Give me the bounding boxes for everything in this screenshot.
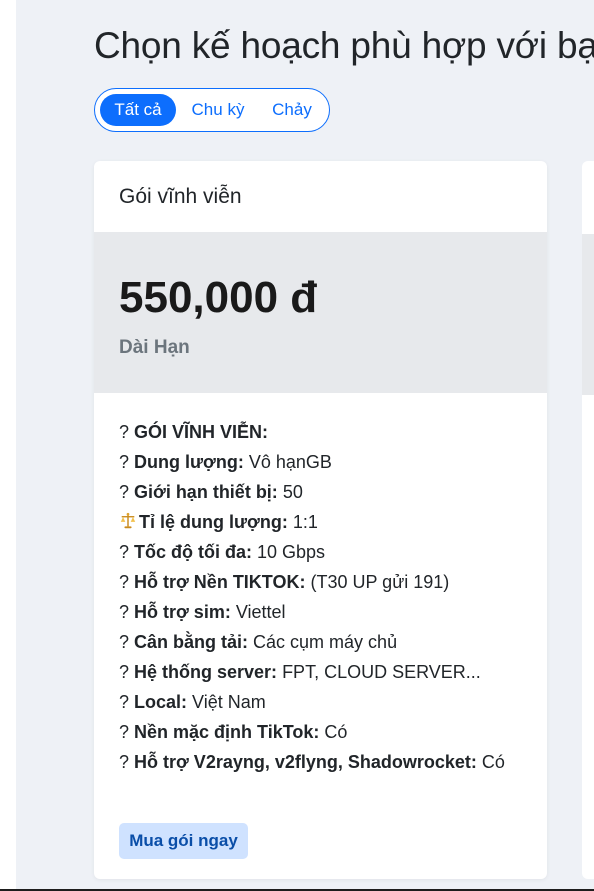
feature-item: ? GÓI VĨNH VIỄN:	[119, 422, 269, 442]
feature-item: ? Hỗ trợ Nền TIKTOK: (T30 UP gửi 191)	[119, 572, 450, 592]
filter-flow-button[interactable]: Chảy	[262, 94, 322, 126]
page-title: Chọn kế hoạch phù hợp với bạn	[94, 25, 594, 66]
feature-item: ? Cân bằng tải: Các cụm máy chủ	[119, 632, 398, 652]
feature-list: ? GÓI VĨNH VIỄN: ? Dung lượng: Vô hạnGB …	[119, 417, 529, 777]
plan-filter-group: Tất cả Chu kỳ Chảy	[94, 88, 330, 132]
feature-item: ? Giới hạn thiết bị: 50	[119, 482, 303, 502]
filter-all-button[interactable]: Tất cả	[100, 94, 176, 126]
feature-item: ? Nền mặc định TikTok: Có	[119, 722, 348, 742]
plan-price-note: Dài Hạn	[119, 337, 190, 358]
plan-card-header: Gói vĩnh viễn	[94, 161, 547, 232]
feature-item: ? Hỗ trợ sim: Viettel	[119, 602, 286, 622]
filter-cycle-button[interactable]: Chu kỳ	[183, 94, 253, 126]
buy-now-button[interactable]: Mua gói ngay	[119, 823, 248, 859]
plan-price: 550,000 đ	[119, 273, 318, 322]
feature-item: ? Hỗ trợ V2rayng, v2flyng, Shadowrocket:…	[119, 752, 505, 772]
feature-item: ? Tốc độ tối đa: 10 Gbps	[119, 542, 326, 562]
price-section: 550,000 đ Dài Hạn	[94, 232, 547, 393]
plan-card: Gói vĩnh viễn 550,000 đ Dài Hạn ? GÓI VĨ…	[94, 161, 547, 879]
balance-scale-icon	[120, 512, 136, 529]
feature-item: ? Hệ thống server: FPT, CLOUD SERVER...	[119, 662, 481, 682]
page-background: Chọn kế hoạch phù hợp với bạn Tất cả Chu…	[16, 0, 594, 889]
feature-item: ? Dung lượng: Vô hạnGB	[119, 452, 332, 472]
next-plan-price-section	[582, 234, 594, 395]
feature-item: Tỉ lệ dung lượng: 1:1	[119, 507, 529, 537]
plan-title: Gói vĩnh viễn	[119, 185, 242, 208]
feature-item: ? Local: Việt Nam	[119, 692, 266, 712]
next-plan-card-partial	[582, 161, 594, 879]
